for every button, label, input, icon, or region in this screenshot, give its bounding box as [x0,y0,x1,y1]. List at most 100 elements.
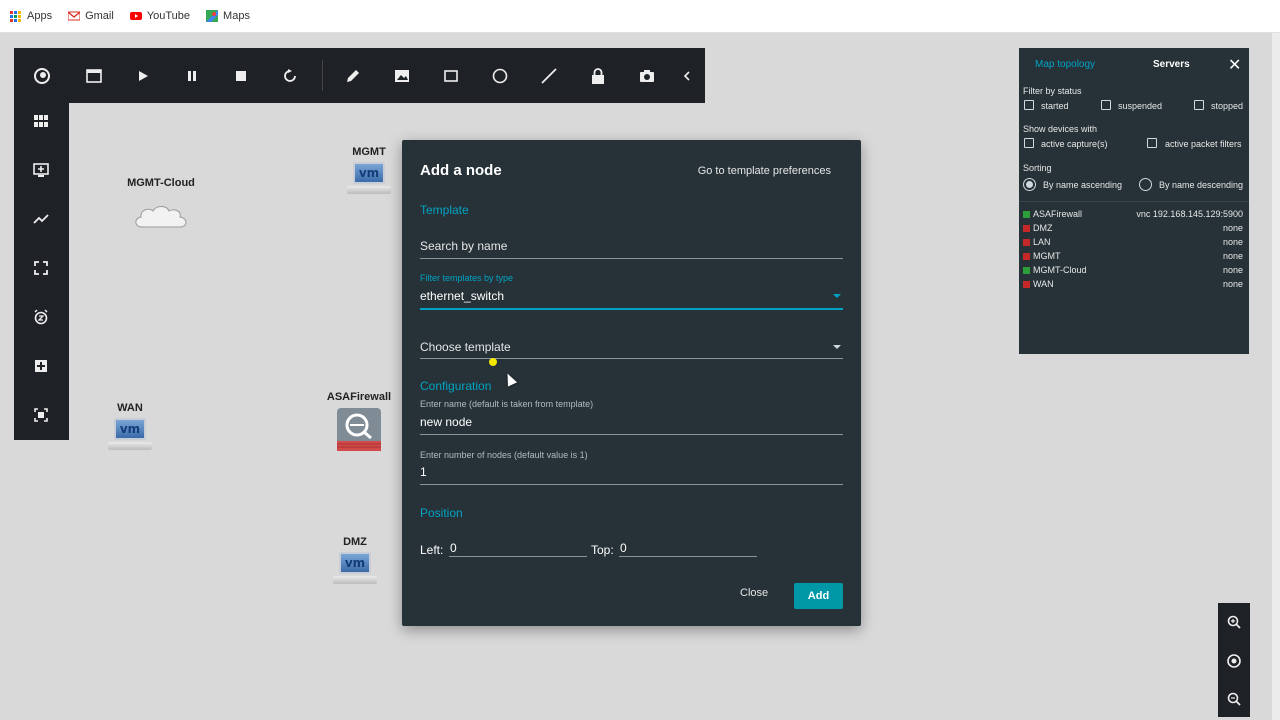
zoom-out-icon[interactable] [1222,687,1246,711]
vm-screen-text: vm [353,162,385,184]
gns3-logo-icon[interactable] [28,62,56,90]
status-indicator-icon [1023,239,1030,246]
choose-template-label: Choose template [420,340,511,354]
lock-icon[interactable] [584,62,612,90]
image-icon[interactable] [388,62,416,90]
node-name-label: Enter name (default is taken from templa… [420,399,594,409]
vm-icon: vm [346,162,392,198]
server-name: ASAFirewall [1033,209,1083,219]
status-indicator-icon [1023,211,1030,218]
ellipse-icon[interactable] [486,62,514,90]
stopped-checkbox[interactable] [1194,100,1204,110]
camera-icon[interactable] [633,62,661,90]
filter-type-select[interactable]: Filter templates by type ethernet_switch [420,273,843,310]
panel-divider [1019,201,1249,202]
suspended-checkbox[interactable] [1101,100,1111,110]
sorting-label: Sorting [1023,163,1052,173]
snap-icon[interactable] [27,352,55,380]
server-row[interactable]: ASAFirewall vnc 192.168.145.129:5900 [1023,209,1243,221]
alarm-icon[interactable] [27,303,55,331]
bookmark-gmail-label: Gmail [85,10,114,22]
node-count-input[interactable]: Enter number of nodes (default value is … [420,450,843,485]
zoom-in-icon[interactable] [1222,610,1246,634]
add-node-icon[interactable] [27,156,55,184]
left-position-input[interactable]: 0 [449,541,587,557]
active-capture-checkbox[interactable] [1024,138,1034,148]
suspended-label: suspended [1118,101,1163,111]
stopped-label: stopped [1211,101,1244,111]
vm-icon: vm [107,418,153,454]
screenshot-frame-icon[interactable] [27,401,55,429]
maps-icon [206,10,219,22]
server-console: none [1222,279,1243,289]
started-checkbox[interactable] [1024,100,1034,110]
choose-template-select[interactable]: Choose template [420,336,843,359]
close-icon[interactable]: ✕ [1228,55,1241,75]
template-preferences-link[interactable]: Go to template preferences [698,165,831,177]
console-window-icon[interactable] [80,62,108,90]
sort-descending-radio[interactable] [1139,178,1152,191]
active-filters-label: active packet filters [1165,139,1242,149]
server-console: none [1222,237,1243,247]
active-filters-checkbox[interactable] [1147,138,1157,148]
server-row[interactable]: WAN none [1023,279,1243,291]
fullscreen-icon[interactable] [27,254,55,282]
reset-zoom-icon[interactable] [1222,649,1246,673]
server-row[interactable]: DMZ none [1023,223,1243,235]
active-capture-label: active capture(s) [1041,139,1108,149]
search-by-name-input[interactable]: Search by name [420,236,843,259]
stop-icon[interactable] [227,62,255,90]
tab-map-topology[interactable]: Map topology [1035,59,1095,70]
bookmark-maps[interactable]: Maps [206,10,250,22]
bookmarks-bar: Apps Gmail YouTube Maps [0,0,1280,33]
bookmark-gmail[interactable]: Gmail [68,10,114,22]
play-icon[interactable] [129,62,157,90]
node-label: WAN [117,402,143,414]
add-button[interactable]: Add [794,583,843,609]
sort-descending-label: By name descending [1159,180,1244,190]
bookmark-apps-label: Apps [27,10,53,22]
pause-icon[interactable] [178,62,206,90]
node-count-label: Enter number of nodes (default value is … [420,450,588,460]
node-name-input[interactable]: Enter name (default is taken from templa… [420,399,843,435]
bookmark-youtube[interactable]: YouTube [129,10,190,22]
vertical-scrollbar[interactable] [1272,33,1280,720]
collapse-chevron-icon[interactable] [673,62,701,90]
server-row[interactable]: LAN none [1023,237,1243,249]
server-console: none [1222,223,1243,233]
close-button[interactable]: Close [740,587,768,599]
top-position-input[interactable]: 0 [619,541,757,557]
top-label: Top: [591,543,614,557]
bookmark-apps[interactable]: Apps [10,10,52,22]
node-asafirewall[interactable]: ASAFirewall [322,391,396,458]
toolbar-divider [322,60,323,91]
node-mgmt[interactable]: MGMT vm [341,146,397,198]
server-name: LAN [1033,237,1051,247]
zoom-controls [1218,603,1250,717]
node-count-value: 1 [420,465,427,479]
show-devices-label: Show devices with [1023,124,1098,134]
tab-servers[interactable]: Servers [1153,59,1190,70]
node-dmz[interactable]: DMZ vm [327,536,383,588]
rectangle-icon[interactable] [437,62,465,90]
devices-grid-icon[interactable] [27,107,55,135]
node-label: DMZ [343,536,367,548]
server-row[interactable]: MGMT-Cloud none [1023,265,1243,277]
line-icon[interactable] [535,62,563,90]
position-section-heading: Position [420,506,463,520]
node-label: MGMT [352,146,386,158]
cloud-icon [135,206,187,228]
bookmark-maps-label: Maps [223,10,250,22]
node-wan[interactable]: WAN vm [102,402,158,454]
node-name-value: new node [420,415,473,429]
node-mgmt-cloud[interactable]: MGMT-Cloud [121,177,201,236]
dialog-title: Add a node [420,162,502,179]
link-icon[interactable] [27,205,55,233]
reload-icon[interactable] [276,62,304,90]
sort-ascending-radio[interactable] [1023,178,1036,191]
left-sidebar [14,103,69,440]
pencil-icon[interactable] [339,62,367,90]
server-row[interactable]: MGMT none [1023,251,1243,263]
server-console: none [1222,265,1243,275]
apps-grid-icon [10,10,21,22]
